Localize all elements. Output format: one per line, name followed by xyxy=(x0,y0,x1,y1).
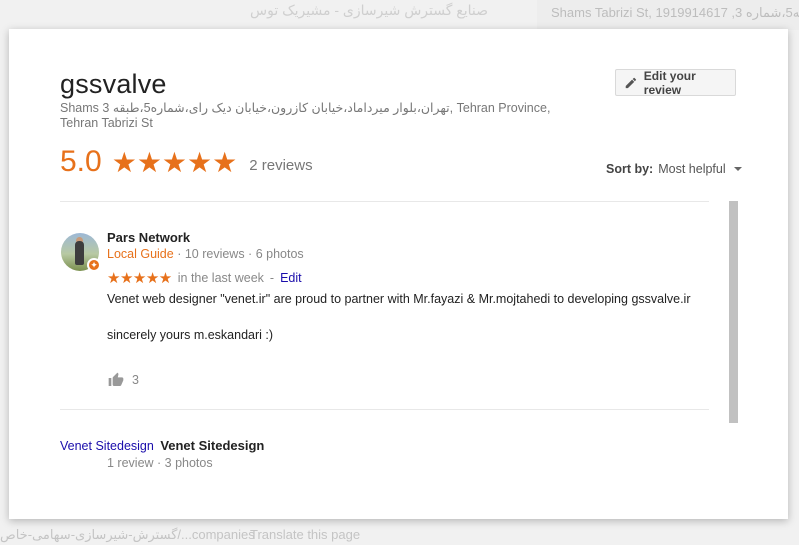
review-count: 2 reviews xyxy=(249,156,313,174)
reviewer-name[interactable]: Pars Network xyxy=(107,230,190,245)
rating-stars: ★★★★★ xyxy=(111,146,238,178)
local-guide-label: Local Guide xyxy=(107,247,174,261)
review-rating-row: ★★★★★ in the last week - Edit xyxy=(107,269,302,287)
review-text-spacer xyxy=(107,309,697,326)
edit-review-label: Edit your review xyxy=(643,68,696,97)
reviewer-2-header: Venet Sitedesign Venet Sitedesign xyxy=(60,438,264,453)
review-list-scrollbar[interactable] xyxy=(729,201,738,423)
background-result-url: گسترش-شیرسازی-سهامی-خاص/...companies xyxy=(0,527,255,542)
divider-top xyxy=(60,201,709,202)
thumbs-up-icon xyxy=(108,372,124,386)
like-count: 3 xyxy=(132,373,139,387)
background-address-text: Shams Tabrizi St, 1919914617 ,3 طبقه5،شم… xyxy=(551,5,799,20)
local-guide-badge-icon: ✦ xyxy=(87,258,101,272)
review-text: Venet web designer "venet.ir" are proud … xyxy=(107,290,697,344)
review-time: in the last week xyxy=(177,271,264,285)
background-result-title: صنایع گسترش شیرسازی - مشیریک توس xyxy=(250,2,489,18)
reviewer-avatar[interactable]: ✦ xyxy=(61,233,101,272)
like-button[interactable]: 3 xyxy=(108,372,139,388)
sort-value: Most helpful xyxy=(658,162,726,176)
background-translate-link: Translate this page xyxy=(250,527,361,542)
pencil-icon xyxy=(625,77,637,88)
place-title: gssvalve xyxy=(60,69,167,99)
review-text-signoff: sincerely yours m.eskandari :) xyxy=(107,327,274,342)
edit-review-link[interactable]: Edit xyxy=(280,271,302,285)
reviewer-2-meta: 1 review · 3 photos xyxy=(107,456,213,470)
sort-label: Sort by: xyxy=(606,162,654,176)
place-address: Shams تهران،بلوار میرداماد،خیابان کازرون… xyxy=(60,101,551,130)
review-text-line: Venet web designer "venet.ir" are proud … xyxy=(107,292,691,306)
chevron-down-icon xyxy=(733,167,742,171)
background-right-panel: Shams Tabrizi St, 1919914617 ,3 طبقه5،شم… xyxy=(537,0,799,30)
edit-review-button[interactable]: Edit your review xyxy=(615,68,736,97)
divider-reviews xyxy=(60,409,709,410)
reviewer-2-link[interactable]: Venet Sitedesign xyxy=(60,439,154,453)
review-stars: ★★★★★ xyxy=(107,270,172,287)
rating-value: 5.0 xyxy=(60,145,102,178)
avatar-figure xyxy=(75,241,84,265)
reviewer-meta: Local Guide · 10 reviews · 6 photos xyxy=(107,247,304,261)
reviewer-stats: · 10 reviews · 6 photos xyxy=(177,247,304,261)
rating-summary: 5.0 ★★★★★ 2 reviews xyxy=(60,145,313,179)
reviewer-2-name[interactable]: Venet Sitedesign xyxy=(160,438,264,453)
sort-dropdown[interactable]: Sort by: Most helpful xyxy=(606,162,742,176)
reviews-dialog: gssvalve Shams تهران،بلوار میرداماد،خیاب… xyxy=(9,29,788,519)
review-separator: - xyxy=(269,271,275,285)
